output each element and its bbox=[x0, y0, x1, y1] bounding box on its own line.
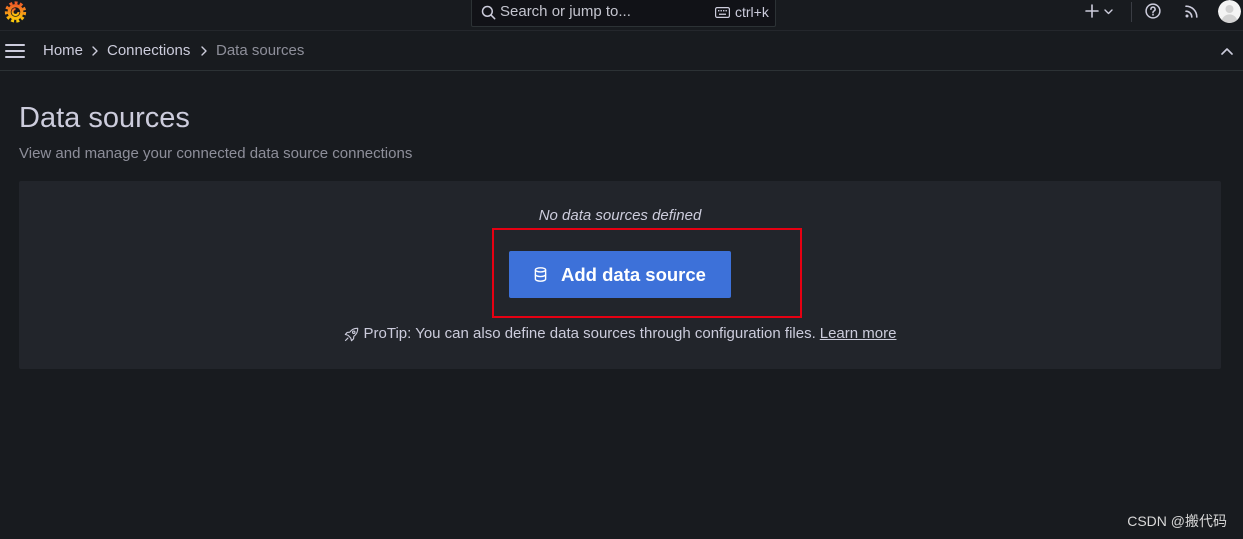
chevron-right-icon bbox=[201, 46, 207, 56]
top-bar: ctrl+k bbox=[0, 0, 1243, 31]
toolbar-divider bbox=[1131, 2, 1132, 22]
chevron-right-icon bbox=[92, 46, 98, 56]
help-button[interactable] bbox=[1142, 0, 1164, 24]
page-title: Data sources bbox=[19, 102, 190, 134]
breadcrumb-connections[interactable]: Connections bbox=[107, 42, 190, 60]
search-shortcut-hint: ctrl+k bbox=[735, 4, 769, 20]
add-data-source-label: Add data source bbox=[561, 263, 706, 285]
empty-state-panel: No data sources defined Add data source … bbox=[19, 181, 1221, 369]
learn-more-link[interactable]: Learn more bbox=[820, 325, 897, 343]
user-avatar[interactable] bbox=[1218, 0, 1241, 23]
empty-state-message: No data sources defined bbox=[538, 207, 702, 224]
grafana-logo-icon[interactable] bbox=[4, 0, 27, 23]
breadcrumb-data-sources: Data sources bbox=[216, 42, 305, 59]
add-data-source-button[interactable]: Add data source bbox=[509, 251, 731, 298]
rocket-icon bbox=[344, 327, 364, 342]
new-button[interactable] bbox=[1080, 0, 1116, 24]
plus-icon bbox=[1085, 4, 1099, 18]
breadcrumb-bar: Home Connections Data sources bbox=[0, 31, 1243, 71]
news-button[interactable] bbox=[1182, 0, 1202, 24]
breadcrumb-home[interactable]: Home bbox=[43, 42, 83, 60]
page-subtitle: View and manage your connected data sour… bbox=[19, 145, 413, 162]
watermark-text: CSDN @搬代码 bbox=[1127, 513, 1227, 529]
database-icon bbox=[534, 267, 547, 282]
keyboard-icon bbox=[715, 7, 730, 18]
collapse-header-button[interactable] bbox=[1214, 39, 1240, 63]
search-bar[interactable]: ctrl+k bbox=[471, 0, 776, 27]
chevron-down-icon bbox=[1104, 9, 1113, 15]
protip: ProTip: You can also define data sources… bbox=[19, 325, 1221, 343]
search-icon bbox=[481, 5, 496, 20]
protip-text: ProTip: You can also define data sources… bbox=[363, 325, 816, 342]
menu-toggle-button[interactable] bbox=[0, 37, 30, 65]
search-input[interactable] bbox=[500, 1, 705, 23]
